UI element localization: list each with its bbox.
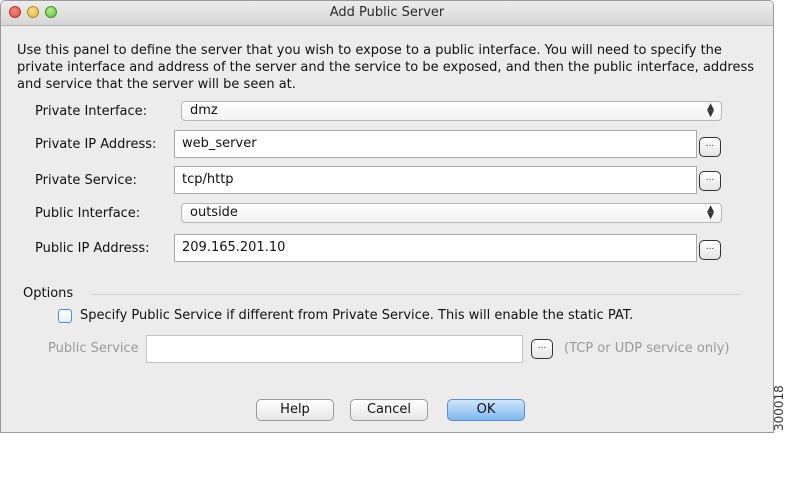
public-service-label: Public Service	[48, 341, 139, 356]
add-public-server-dialog: Add Public Server Use this panel to defi…	[0, 0, 774, 433]
dialog-description: Use this panel to define the server that…	[17, 43, 755, 92]
window-title: Add Public Server	[329, 5, 445, 20]
options-divider	[91, 294, 741, 295]
public-ip-field[interactable]: 209.165.201.10	[174, 234, 697, 262]
figure-code-wrapper: 300018	[772, 385, 786, 491]
public-service-browse-button[interactable]: ...	[531, 339, 553, 359]
ok-button[interactable]: OK	[447, 399, 525, 421]
title-bar: Add Public Server	[1, 1, 773, 26]
private-interface-label: Private Interface:	[35, 104, 148, 119]
private-ip-field[interactable]: web_server	[174, 130, 697, 158]
private-interface-select[interactable]: dmz ▲ ▼	[181, 101, 722, 121]
specify-public-service-label[interactable]: Specify Public Service if different from…	[80, 308, 633, 323]
public-service-field[interactable]	[146, 335, 523, 363]
private-interface-value: dmz	[190, 103, 218, 118]
options-heading: Options	[23, 286, 74, 301]
public-interface-value: outside	[190, 205, 238, 220]
private-service-label: Private Service:	[35, 173, 137, 188]
specify-public-service-checkbox[interactable]	[58, 309, 72, 323]
public-service-hint: (TCP or UDP service only)	[564, 341, 730, 356]
private-service-browse-button[interactable]: ...	[699, 171, 721, 191]
figure-code: 300018	[772, 385, 786, 431]
private-ip-browse-button[interactable]: ...	[699, 137, 721, 157]
public-ip-browse-button[interactable]: ...	[699, 240, 721, 260]
public-interface-select[interactable]: outside ▲ ▼	[181, 203, 722, 223]
private-service-field[interactable]: tcp/http	[174, 166, 697, 194]
select-arrows-icon: ▲ ▼	[707, 204, 714, 221]
public-interface-label: Public Interface:	[35, 206, 141, 221]
cancel-button[interactable]: Cancel	[350, 399, 428, 421]
private-ip-label: Private IP Address:	[35, 137, 157, 152]
select-arrows-icon: ▲ ▼	[707, 102, 714, 119]
public-ip-label: Public IP Address:	[35, 241, 150, 256]
help-button[interactable]: Help	[256, 399, 334, 421]
